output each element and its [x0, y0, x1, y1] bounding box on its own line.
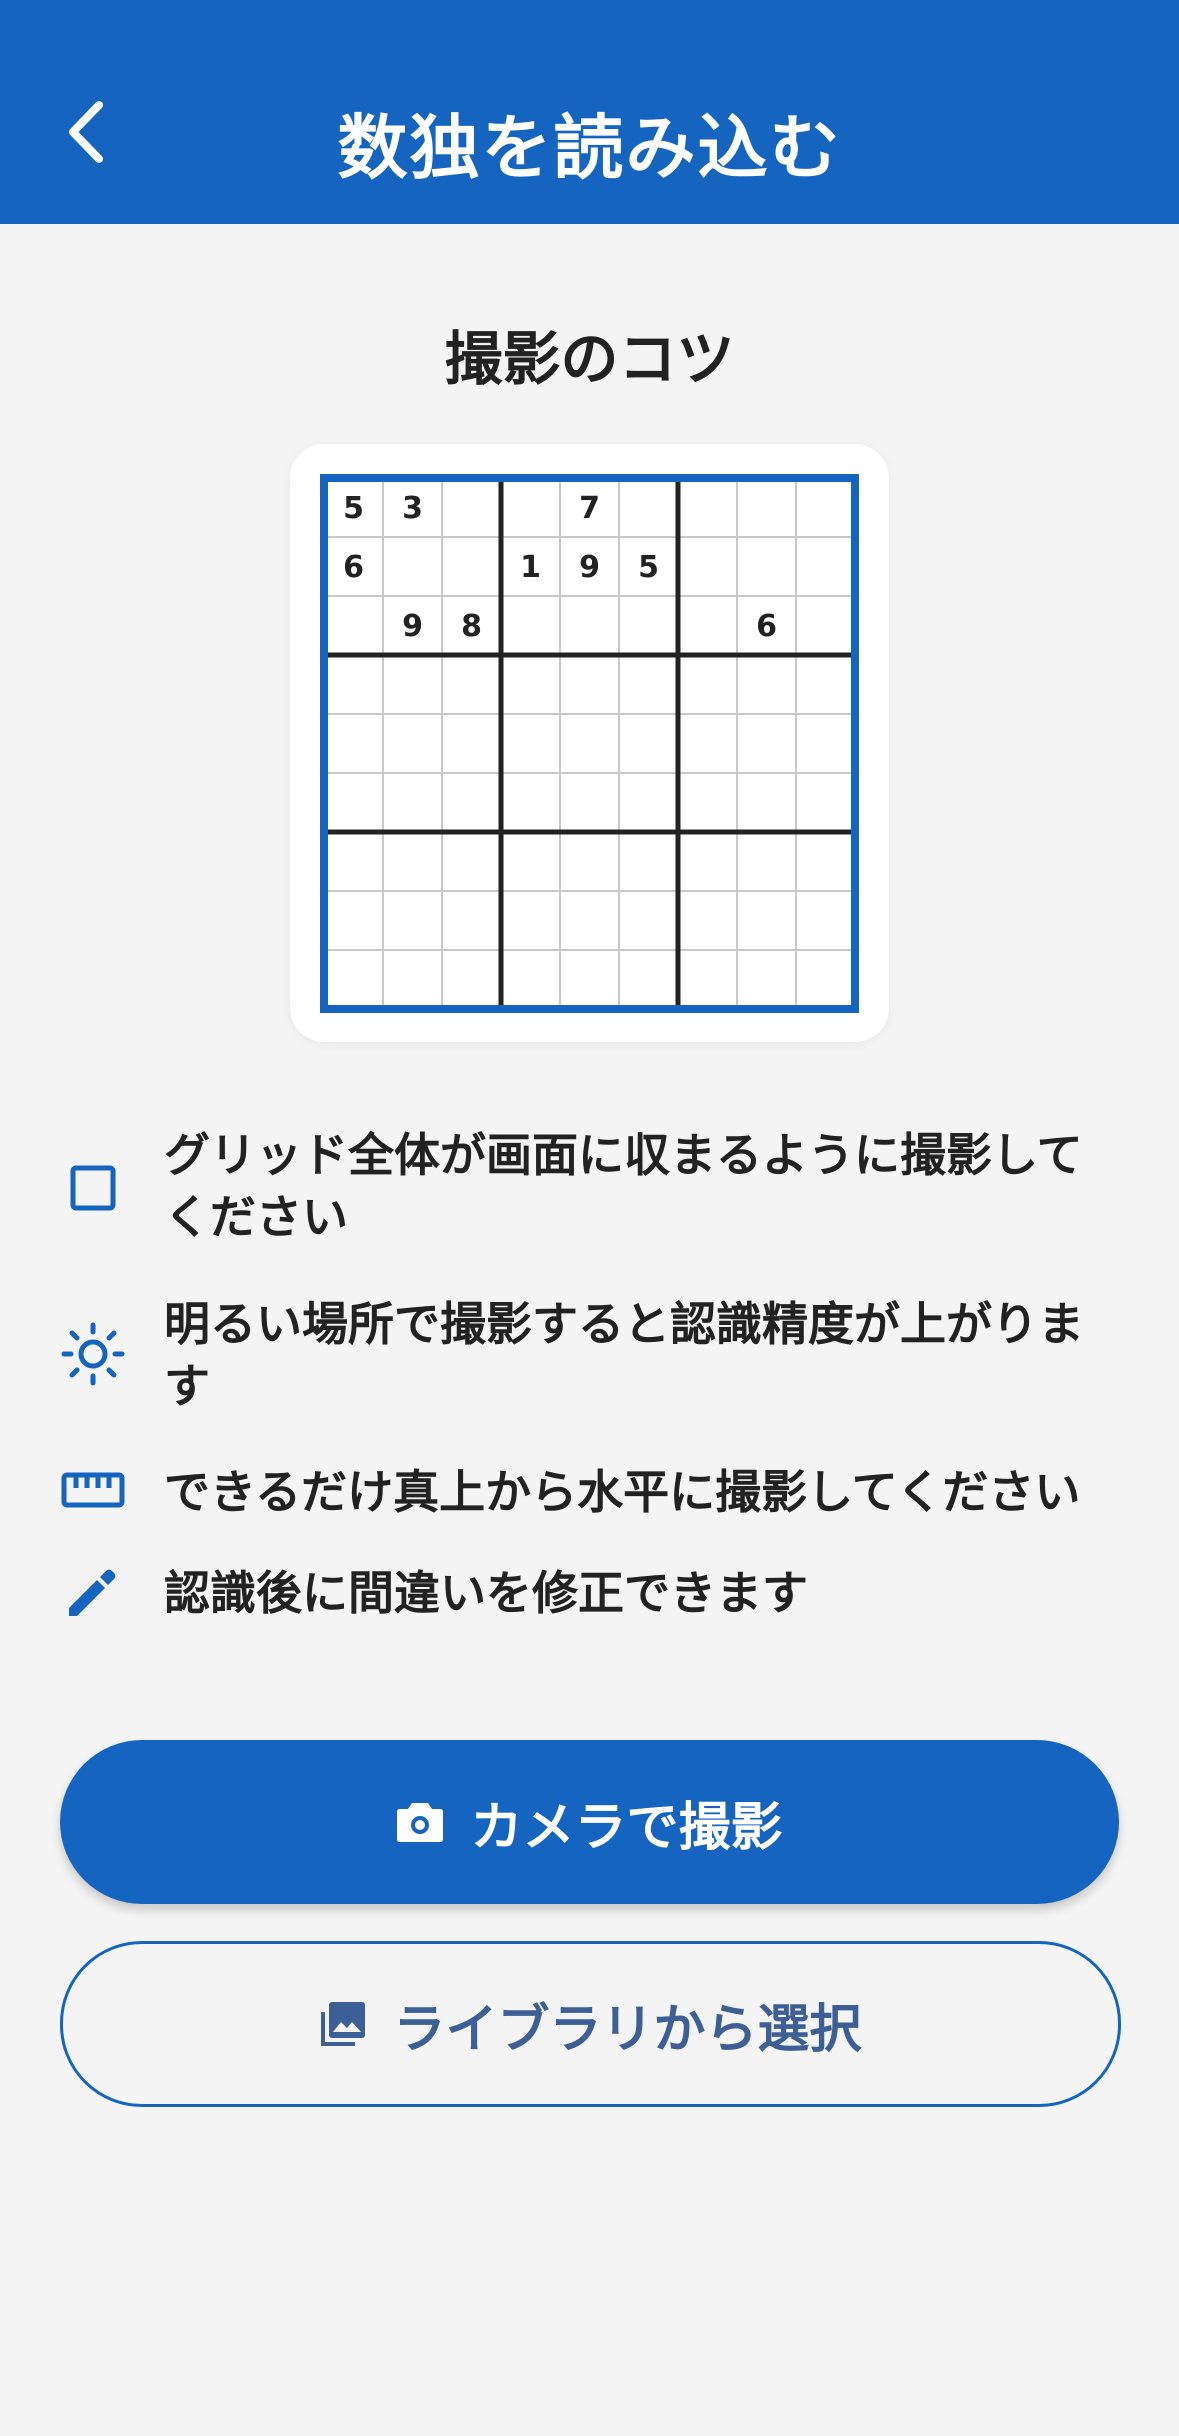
sudoku-digit: 3	[402, 491, 423, 526]
page-title: 数独を読み込む	[337, 107, 842, 189]
sudoku-preview-card: 5 3 7 6 1 9 5 9 8 6	[290, 444, 889, 1042]
sun-icon	[61, 1322, 125, 1386]
sudoku-digit: 8	[461, 609, 482, 644]
sudoku-digit: 9	[579, 550, 600, 585]
section-title: 撮影のコツ	[444, 325, 735, 393]
pencil-icon	[61, 1560, 125, 1624]
camera-button-label: カメラで撮影	[470, 1797, 783, 1858]
tip-text: グリッド全体が画面に収まるように撮影してください	[164, 1128, 1083, 1244]
ruler-icon	[61, 1458, 125, 1522]
tip-text: できるだけ真上から水平に撮影してください	[164, 1465, 1081, 1519]
photo-library-icon	[321, 2002, 366, 2046]
sudoku-digit: 6	[756, 609, 777, 644]
tip-text: 認識後に間違いを修正できます	[164, 1566, 808, 1620]
tip-text: 明るい場所で撮影すると認識精度が上がります	[164, 1297, 1084, 1413]
sudoku-digit: 6	[343, 550, 364, 585]
sudoku-digit: 5	[343, 491, 364, 526]
square-outline-icon	[61, 1156, 125, 1220]
library-button[interactable]: ライブラリから選択	[60, 1941, 1121, 2107]
sudoku-grid: 5 3 7 6 1 9 5 9 8 6	[320, 474, 859, 1013]
camera-button[interactable]: カメラで撮影	[60, 1740, 1119, 1904]
camera-icon	[397, 1803, 444, 1842]
sudoku-digit: 7	[579, 491, 600, 526]
app-header: 数独を読み込む	[0, 0, 1179, 224]
library-button-label: ライブラリから選択	[393, 1999, 862, 2060]
sudoku-digit: 9	[402, 609, 423, 644]
sudoku-digit: 5	[638, 550, 659, 585]
sudoku-digit: 1	[520, 550, 541, 585]
